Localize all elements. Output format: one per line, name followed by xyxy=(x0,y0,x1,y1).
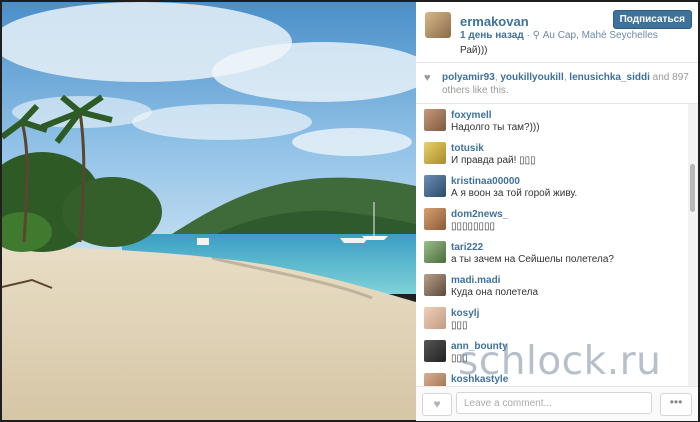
comment-text: А я воон за той горой живу. xyxy=(451,188,578,199)
comment-text: Куда она полетела xyxy=(451,287,539,298)
watermark: schlock.ru xyxy=(458,339,662,384)
commenter-avatar[interactable] xyxy=(424,373,446,386)
comment-item: tari222 а ты зачем на Сейшелы полетела? xyxy=(416,236,688,269)
comment-item: dom2news_ ▯▯▯▯▯▯▯▯ xyxy=(416,203,688,236)
user-avatar[interactable] xyxy=(425,12,451,38)
commenter-username[interactable]: foxymell xyxy=(451,110,492,121)
comment-input[interactable] xyxy=(456,392,652,414)
likes-others: others like this. xyxy=(442,85,509,96)
like-button[interactable]: ♥ xyxy=(422,393,452,416)
more-options-button[interactable]: ••• xyxy=(660,393,692,416)
post-header: ermakovan Подписаться 1 день назад · ⚲ A… xyxy=(416,2,698,63)
liker-link[interactable]: lenusichka_siddi xyxy=(569,72,650,83)
location-pin-icon: ⚲ xyxy=(532,30,540,41)
post-username[interactable]: ermakovan xyxy=(460,14,529,29)
commenter-avatar[interactable] xyxy=(424,175,446,197)
post-time[interactable]: 1 день назад xyxy=(460,30,524,41)
likes-section: ♥ polyamir93, youkillyoukill, lenusichka… xyxy=(416,63,698,104)
commenter-username[interactable]: madi.madi xyxy=(451,275,500,286)
follow-button[interactable]: Подписаться xyxy=(612,10,692,29)
comment-item: kosylj ▯▯▯ xyxy=(416,302,688,335)
liker-link[interactable]: youkillyoukill xyxy=(500,72,563,83)
beach-photo xyxy=(2,2,416,420)
comments-scrollbar[interactable] xyxy=(688,104,698,386)
comment-text: а ты зачем на Сейшелы полетела? xyxy=(451,254,614,265)
liker-link[interactable]: polyamir93 xyxy=(442,72,495,83)
commenter-avatar[interactable] xyxy=(424,274,446,296)
heart-icon: ♥ xyxy=(424,72,431,84)
comment-text: И правда рай! ▯▯▯ xyxy=(451,155,536,166)
comment-text: ▯▯▯ xyxy=(451,320,468,331)
more-dots-icon: ••• xyxy=(669,395,683,409)
post-meta: 1 день назад · ⚲ Au Cap, Mahé Seychelles xyxy=(460,30,658,41)
likes-text: polyamir93, youkillyoukill, lenusichka_s… xyxy=(442,72,689,96)
likes-count: 897 xyxy=(672,72,689,83)
heart-icon: ♥ xyxy=(433,397,441,411)
commenter-avatar[interactable] xyxy=(424,307,446,329)
post-location[interactable]: Au Cap, Mahé Seychelles xyxy=(543,30,658,41)
comment-item: madi.madi Куда она полетела xyxy=(416,269,688,302)
commenter-avatar[interactable] xyxy=(424,142,446,164)
commenter-avatar[interactable] xyxy=(424,241,446,263)
comment-text: Надолго ты там?))) xyxy=(451,122,540,133)
comment-item: foxymell Надолго ты там?))) xyxy=(416,104,688,137)
likes-and: and xyxy=(652,72,670,83)
commenter-avatar[interactable] xyxy=(424,208,446,230)
comment-footer: ♥ ••• xyxy=(416,386,698,421)
comment-item: kristinaa00000 А я воон за той горой жив… xyxy=(416,170,688,203)
commenter-username[interactable]: tari222 xyxy=(451,242,483,253)
commenter-avatar[interactable] xyxy=(424,340,446,362)
commenter-avatar[interactable] xyxy=(424,109,446,131)
post-photo[interactable] xyxy=(2,2,416,420)
comment-item: totusik И правда рай! ▯▯▯ xyxy=(416,137,688,170)
comment-text: ▯▯▯▯▯▯▯▯ xyxy=(451,221,496,232)
commenter-username[interactable]: totusik xyxy=(451,143,484,154)
commenter-username[interactable]: kristinaa00000 xyxy=(451,176,520,187)
post-caption: Рай))) xyxy=(460,45,488,56)
scrollbar-thumb[interactable] xyxy=(690,164,695,212)
commenter-username[interactable]: dom2news_ xyxy=(451,209,508,220)
commenter-username[interactable]: kosylj xyxy=(451,308,479,319)
post-modal: ermakovan Подписаться 1 день назад · ⚲ A… xyxy=(0,0,700,422)
